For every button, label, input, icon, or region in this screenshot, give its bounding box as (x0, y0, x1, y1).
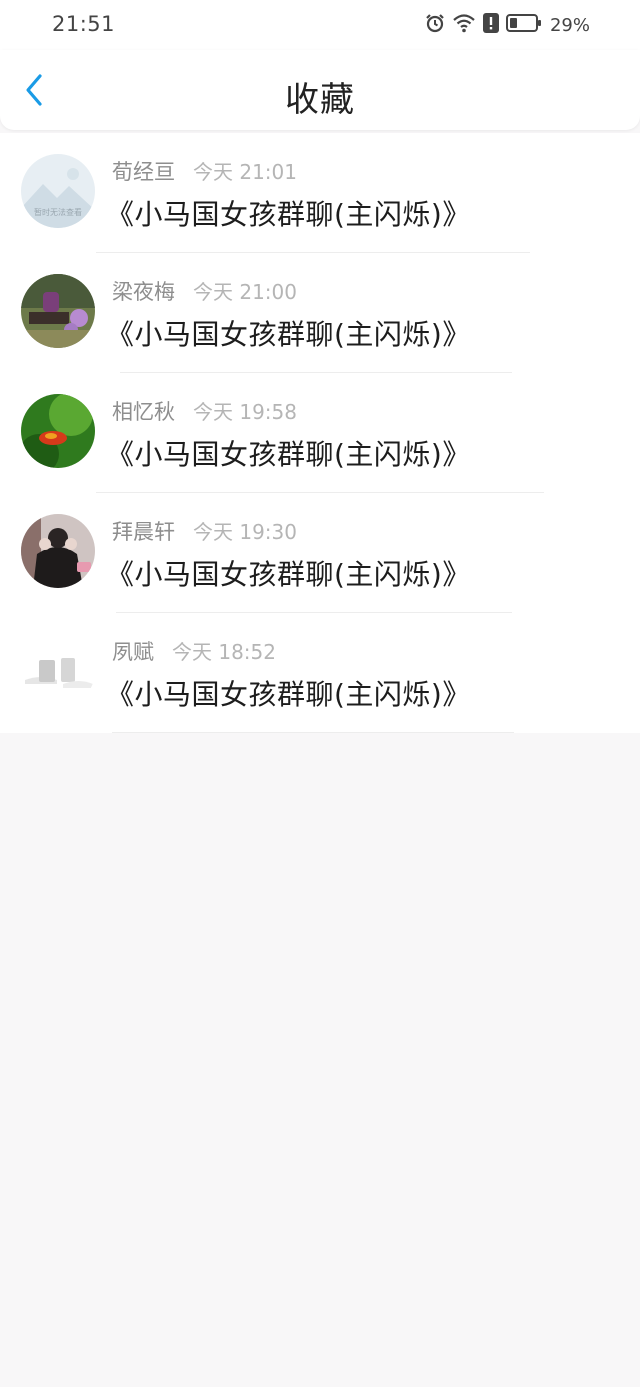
item-meta: 梁夜梅 今天 21:00 (112, 276, 297, 306)
item-time: 今天 18:52 (172, 640, 276, 664)
item-time: 今天 21:00 (193, 280, 297, 304)
header: 收藏 (0, 50, 640, 130)
favorite-item[interactable]: 夙赋 今天 18:52 《小马国女孩群聊(主闪烁)》 (0, 613, 640, 733)
favorite-item[interactable]: 暂时无法查看 荀经亘 今天 21:01 《小马国女孩群聊(主闪烁)》 (0, 133, 640, 253)
battery-percent: 29% (549, 14, 590, 36)
avatar (21, 274, 95, 348)
item-title: 《小马国女孩群聊(主闪烁)》 (106, 678, 471, 711)
favorite-item[interactable]: 梁夜梅 今天 21:00 《小马国女孩群聊(主闪烁)》 (0, 253, 640, 373)
author-name: 夙赋 (112, 640, 154, 664)
favorite-item[interactable]: 拜晨轩 今天 19:30 《小马国女孩群聊(主闪烁)》 (0, 493, 640, 613)
author-name: 相忆秋 (112, 400, 175, 424)
status-time: 21:51 (52, 12, 116, 36)
avatar (21, 394, 95, 468)
item-title: 《小马国女孩群聊(主闪烁)》 (106, 318, 471, 351)
favorites-list: 暂时无法查看 荀经亘 今天 21:01 《小马国女孩群聊(主闪烁)》 梁夜梅 今… (0, 133, 640, 733)
item-time: 今天 21:01 (193, 160, 297, 184)
item-title: 《小马国女孩群聊(主闪烁)》 (106, 558, 471, 591)
battery-icon (505, 12, 542, 38)
author-name: 荀经亘 (112, 160, 175, 184)
avatar (21, 514, 95, 588)
item-time: 今天 19:58 (193, 400, 297, 424)
author-name: 梁夜梅 (112, 280, 175, 304)
item-meta: 荀经亘 今天 21:01 (112, 156, 297, 186)
alarm-icon (424, 12, 446, 38)
alert-icon (482, 12, 500, 38)
svg-text:暂时无法查看: 暂时无法查看 (34, 207, 82, 217)
page-title: 收藏 (285, 80, 355, 120)
wifi-icon (452, 12, 476, 38)
item-meta: 夙赋 今天 18:52 (112, 636, 276, 666)
item-meta: 拜晨轩 今天 19:30 (112, 516, 297, 546)
avatar (21, 634, 95, 708)
divider (112, 732, 514, 733)
status-bar: 21:51 29% (0, 0, 640, 50)
author-name: 拜晨轩 (112, 520, 175, 544)
favorite-item[interactable]: 相忆秋 今天 19:58 《小马国女孩群聊(主闪烁)》 (0, 373, 640, 493)
item-title: 《小马国女孩群聊(主闪烁)》 (106, 198, 471, 231)
item-meta: 相忆秋 今天 19:58 (112, 396, 297, 426)
item-title: 《小马国女孩群聊(主闪烁)》 (106, 438, 471, 471)
status-icons: 29% (424, 12, 590, 38)
item-time: 今天 19:30 (193, 520, 297, 544)
avatar: 暂时无法查看 (21, 154, 95, 228)
